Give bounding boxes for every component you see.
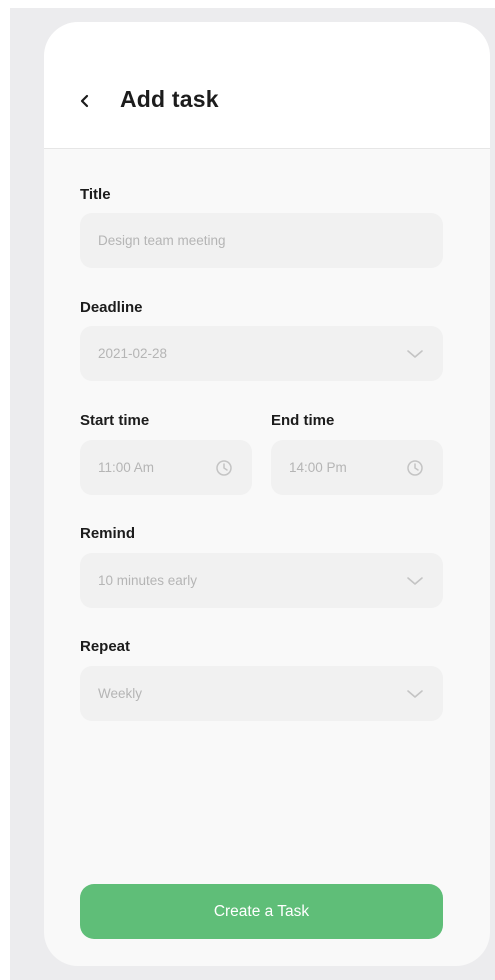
create-task-button[interactable]: Create a Task xyxy=(80,884,443,939)
chevron-down-icon xyxy=(407,577,423,585)
repeat-label: Repeat xyxy=(80,638,131,655)
deadline-select[interactable]: 2021-02-28 xyxy=(80,326,443,381)
end-time-value: 14:00 Pm xyxy=(289,460,347,475)
end-time-label: End time xyxy=(271,412,335,429)
repeat-select[interactable]: Weekly xyxy=(80,666,443,721)
repeat-value: Weekly xyxy=(98,686,143,701)
clock-icon xyxy=(407,460,423,476)
back-button[interactable] xyxy=(74,90,96,112)
title-label: Title xyxy=(80,186,111,203)
title-input[interactable]: Design team meeting xyxy=(80,213,443,268)
page-title: Add task xyxy=(120,86,219,112)
canvas-background: Add task Title Design team meeting Deadl… xyxy=(10,8,495,980)
chevron-left-icon xyxy=(80,94,89,108)
start-time-value: 11:00 Am xyxy=(98,460,155,475)
clock-icon xyxy=(216,460,232,476)
remind-select[interactable]: 10 minutes early xyxy=(80,553,443,608)
end-time-picker[interactable]: 14:00 Pm xyxy=(271,440,443,495)
start-time-picker[interactable]: 11:00 Am xyxy=(80,440,252,495)
title-placeholder: Design team meeting xyxy=(98,233,226,248)
header: Add task xyxy=(44,22,490,149)
deadline-value: 2021-02-28 xyxy=(98,346,168,361)
add-task-screen: Add task Title Design team meeting Deadl… xyxy=(44,22,490,966)
remind-value: 10 minutes early xyxy=(98,573,198,588)
chevron-down-icon xyxy=(407,690,423,698)
chevron-down-icon xyxy=(407,350,423,358)
remind-label: Remind xyxy=(80,525,136,542)
deadline-label: Deadline xyxy=(80,299,143,316)
start-time-label: Start time xyxy=(80,412,150,429)
